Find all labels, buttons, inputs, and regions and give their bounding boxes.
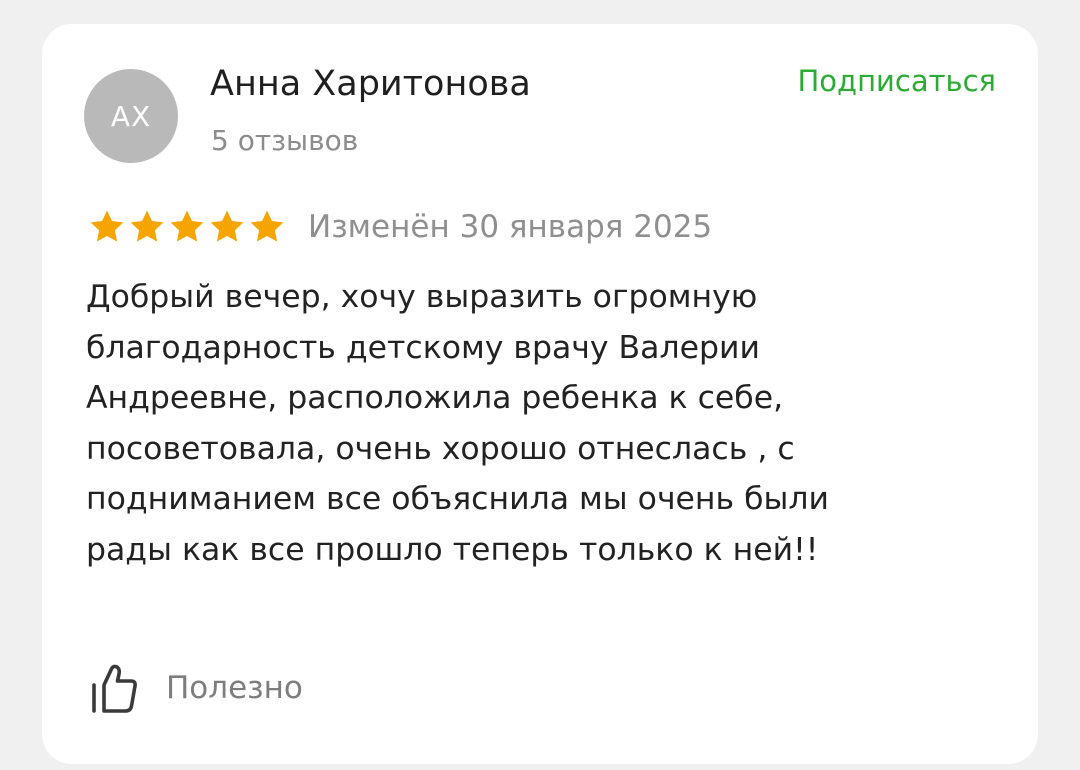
- edited-date: Изменён 30 января 2025: [308, 209, 713, 245]
- helpful-button[interactable]: Полезно: [88, 660, 303, 716]
- thumbs-up-icon: [92, 664, 137, 713]
- author-reviews-count: 5 отзывов: [211, 124, 359, 157]
- star-icon: [210, 210, 244, 242]
- review-text: Добрый вечер, хочу выразить огромную бла…: [86, 279, 830, 568]
- helpful-label: Полезно: [166, 670, 303, 706]
- subscribe-button[interactable]: Подписаться: [798, 64, 997, 98]
- star-icon: [250, 210, 284, 242]
- avatar[interactable]: АХ: [84, 69, 178, 163]
- author-name[interactable]: Анна Харитонова: [210, 64, 531, 104]
- review-card: АХ Анна Харитонова 5 отзывов Подписаться…: [42, 24, 1038, 764]
- star-icon: [130, 210, 164, 242]
- review-meta: Изменён 30 января 2025: [88, 207, 712, 247]
- rating-stars: [88, 208, 286, 246]
- star-icon: [90, 210, 124, 242]
- star-icon: [170, 210, 204, 242]
